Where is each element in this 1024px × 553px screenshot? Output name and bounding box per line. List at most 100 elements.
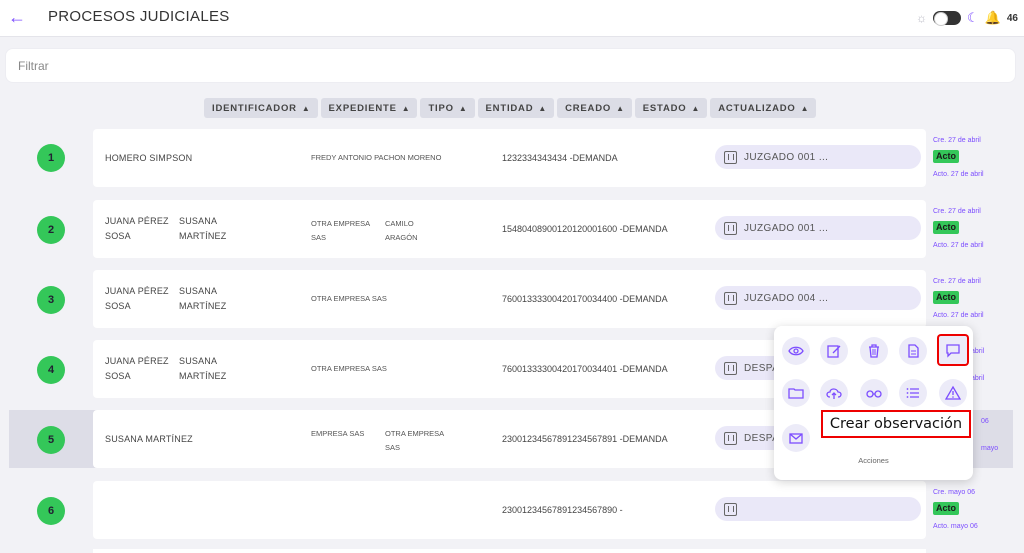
moon-icon: ☾: [967, 10, 979, 25]
glasses-icon[interactable]: [860, 379, 888, 407]
expediente-name: OTRA EMPRESA SAS: [385, 429, 444, 452]
party-name: SUSANA MARTÍNEZ: [179, 356, 227, 381]
sort-actualizado[interactable]: ACTUALIZADO ▲: [710, 98, 817, 118]
process-card[interactable]: JUANA PÉREZ SOSA SUSANA MARTÍNEZ OTRA EMP…: [93, 200, 926, 258]
party-name: JUANA PÉREZ SOSA: [105, 356, 169, 381]
chevron-up-icon: ▲: [800, 103, 810, 113]
row-number: 1: [37, 144, 65, 172]
comment-icon[interactable]: [939, 336, 967, 364]
party-name: JUANA PÉREZ SOSA: [105, 286, 169, 311]
status-badge: Acto: [933, 291, 959, 304]
row-number: 3: [37, 286, 65, 314]
warning-icon[interactable]: [939, 379, 967, 407]
status-badge: Acto: [933, 150, 959, 163]
theme-toggle[interactable]: [933, 11, 962, 26]
expediente-name: OTRA EMPRESA SAS: [311, 219, 370, 242]
table-row[interactable]: 3 JUANA PÉREZ SOSA SUSANA MARTÍNEZ OTRA E…: [0, 270, 1024, 328]
list-icon[interactable]: [899, 379, 927, 407]
expediente-name: EMPRESA SAS: [311, 429, 365, 438]
cloud-upload-icon[interactable]: [820, 379, 848, 407]
sort-estado[interactable]: ESTADO ▲: [634, 98, 708, 118]
expediente-name: FREDY ANTONIO PACHON MORENO: [311, 153, 442, 162]
column-label: EXPEDIENTE: [328, 102, 397, 114]
names-cell: JUANA PÉREZ SOSA SUSANA MARTÍNEZ: [105, 340, 305, 398]
expediente-cell: OTRA EMPRESA SAS: [311, 340, 501, 398]
sort-entidad[interactable]: ENTIDAD ▲: [477, 98, 555, 118]
eye-icon[interactable]: [782, 337, 810, 365]
created-date: Cre. 27 de abril: [933, 208, 981, 215]
status-cell: Cre. 27 de abril Acto Acto. 27 de abril: [933, 135, 1013, 180]
folder-icon[interactable]: [782, 379, 810, 407]
names-cell: JUANA PÉREZ SOSA SUSANA MARTÍNEZ: [105, 270, 305, 328]
page-title: PROCESOS JUDICIALES: [48, 8, 230, 25]
party-name: JUANA PÉREZ SOSA: [105, 216, 169, 241]
updated-date: Acto. 27 de abril: [933, 312, 984, 319]
expediente-cell: EMPRESA SAS OTRA EMPRESA SAS: [311, 410, 501, 468]
next-card-edge: [93, 549, 926, 553]
document-icon[interactable]: [899, 337, 927, 365]
entity-pill[interactable]: [715, 497, 921, 521]
table-row[interactable]: 1 HOMERO SIMPSON FREDY ANTONIO PACHON MO…: [0, 129, 1024, 187]
identifier-cell: 23001234567891234567890 -: [502, 505, 623, 515]
column-label: IDENTIFICADOR: [212, 102, 297, 114]
process-card[interactable]: HOMERO SIMPSON FREDY ANTONIO PACHON MORE…: [93, 129, 926, 187]
mail-icon[interactable]: [782, 424, 810, 452]
expediente-name: CAMILO ARAGÓN: [385, 219, 418, 242]
arrow-left-icon[interactable]: ←: [6, 6, 28, 28]
actions-popup: Crear observación Acciones: [774, 326, 973, 480]
row-number: 5: [37, 426, 65, 454]
bell-icon[interactable]: 🔔: [985, 10, 1001, 26]
chevron-up-icon: ▲: [616, 103, 625, 113]
actions-label: Acciones: [858, 456, 889, 465]
table-row[interactable]: 2 JUANA PÉREZ SOSA SUSANA MARTÍNEZ OTRA E…: [0, 200, 1024, 258]
tooltip-crear-observacion: Crear observación: [821, 410, 971, 438]
entity-label: JUZGADO 004 ...: [744, 292, 829, 304]
chevron-up-icon: ▲: [538, 103, 548, 113]
entity-label: JUZGADO 001 ...: [744, 222, 829, 234]
sun-icon: ☼: [916, 11, 928, 25]
building-icon: [724, 291, 737, 305]
expediente-cell: OTRA EMPRESA SAS CAMILO ARAGÓN: [311, 200, 501, 258]
identifier-cell: 76001333300420170034400 -DEMANDA: [502, 294, 668, 304]
entity-pill[interactable]: JUZGADO 001 ...: [715, 216, 921, 240]
status-badge: Acto: [933, 221, 959, 234]
sort-identificador[interactable]: IDENTIFICADOR ▲: [204, 98, 318, 118]
identifier-cell: 76001333300420170034401 -DEMANDA: [502, 364, 668, 374]
building-icon: [724, 502, 737, 516]
edit-icon[interactable]: [820, 337, 848, 365]
status-badge: Acto: [933, 502, 959, 515]
updated-date: Acto. 27 de abril: [933, 171, 984, 178]
identifier-cell: 1232334343434 -DEMANDA: [502, 153, 618, 163]
building-icon: [724, 221, 737, 235]
filter-box: [5, 48, 1016, 83]
names-cell: SUSANA MARTÍNEZ: [105, 410, 305, 468]
sort-tipo[interactable]: TIPO ▲: [420, 98, 475, 118]
party-name: HOMERO SIMPSON: [105, 152, 193, 163]
column-label: TIPO: [428, 102, 454, 114]
process-card[interactable]: 23001234567891234567890 -: [93, 481, 926, 539]
trash-icon[interactable]: [860, 337, 888, 365]
created-date: Cre. 27 de abril: [933, 137, 981, 144]
entity-pill[interactable]: JUZGADO 004 ...: [715, 286, 921, 310]
names-cell: JUANA PÉREZ SOSA SUSANA MARTÍNEZ: [105, 200, 305, 258]
row-number: 2: [37, 216, 65, 244]
entity-pill[interactable]: JUZGADO 001 ...: [715, 145, 921, 169]
sort-expediente[interactable]: EXPEDIENTE ▲: [320, 98, 418, 118]
row-number: 4: [37, 356, 65, 384]
filter-input[interactable]: [6, 49, 1015, 82]
expediente-name: OTRA EMPRESA SAS: [311, 294, 387, 303]
entity-label: JUZGADO 001 ...: [744, 151, 829, 163]
chevron-up-icon: ▲: [458, 103, 468, 113]
building-icon: [724, 431, 737, 445]
chevron-up-icon: ▲: [401, 103, 411, 113]
process-card[interactable]: JUANA PÉREZ SOSA SUSANA MARTÍNEZ OTRA EMP…: [93, 270, 926, 328]
column-label: CREADO: [565, 102, 612, 114]
row-number: 6: [37, 497, 65, 525]
table-row[interactable]: 6 23001234567891234567890 - Cre. mayo 06…: [0, 481, 1024, 539]
column-headers: IDENTIFICADOR ▲ EXPEDIENTE ▲ TIPO ▲ ENTIDAD…: [204, 98, 817, 118]
sort-creado[interactable]: CREADO ▲: [557, 98, 632, 118]
top-bar: ← PROCESOS JUDICIALES ☼ ☾ 🔔 46: [0, 0, 1024, 37]
column-label: ACTUALIZADO: [718, 102, 796, 114]
party-name: SUSANA MARTÍNEZ: [105, 433, 193, 444]
created-date: Cre. 27 de abril: [933, 278, 981, 285]
